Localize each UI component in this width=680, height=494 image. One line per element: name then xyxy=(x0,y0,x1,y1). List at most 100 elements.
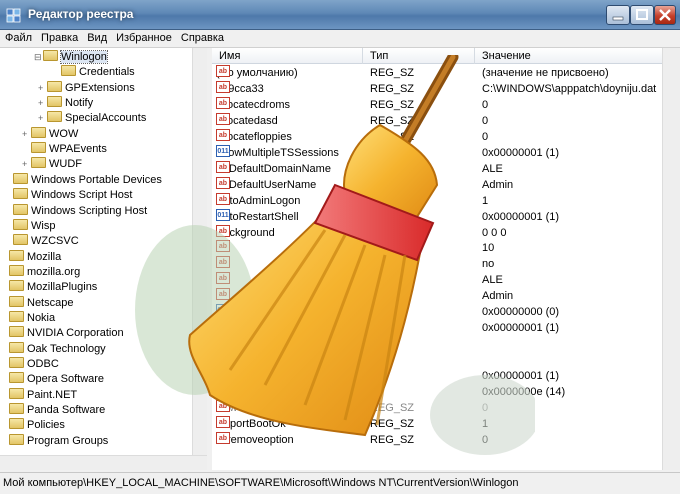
registry-tree[interactable]: ⊟ Winlogon Credentials + GPExtensions + Notify… xyxy=(0,48,207,470)
maximize-button[interactable] xyxy=(630,5,654,25)
value-row[interactable]: ab allocatedasd REG_SZ 0 xyxy=(212,112,662,129)
tree-item[interactable]: Credentials xyxy=(52,65,135,80)
tree-item[interactable]: Windows Scripting Host xyxy=(4,203,147,219)
tree-item[interactable]: + WOW xyxy=(22,126,79,142)
tree-item-label: Wisp xyxy=(31,219,56,232)
expand-toggle-icon[interactable]: + xyxy=(38,96,47,111)
tree-item[interactable]: MozillaPlugins xyxy=(0,280,97,295)
value-row[interactable]: ab allocatefloppies REG_SZ 0 xyxy=(212,128,662,145)
value-row[interactable]: 011 AllowMultipleTSSessions 0x00000001 (1) xyxy=(212,144,662,161)
menu-favorites[interactable]: Избранное xyxy=(111,30,176,44)
value-row[interactable]: ab 549cca33 REG_SZ C:\WINDOWS\apppatch\doyn… xyxy=(212,80,662,97)
menu-file[interactable]: Файл xyxy=(0,30,36,44)
value-row[interactable]: ab Admin xyxy=(212,288,662,304)
tree-item[interactable]: Opera Software xyxy=(0,372,104,387)
value-row[interactable]: ab no xyxy=(212,256,662,272)
folder-icon xyxy=(47,80,62,92)
folder-icon xyxy=(9,280,24,292)
value-row[interactable]: ab ReportBootOk REG_SZ 1 xyxy=(212,415,662,432)
tree-item-label: WUDF xyxy=(49,158,82,171)
column-separator[interactable] xyxy=(362,48,363,64)
tree-item[interactable]: + Notify xyxy=(38,96,93,111)
tree-item[interactable]: Windows Portable Devices xyxy=(4,172,162,188)
values-list[interactable]: Имя Тип Значение ab (По умолчанию) REG_SZ (… xyxy=(212,48,680,470)
list-vertical-scrollbar[interactable] xyxy=(662,48,680,470)
tree-item-label: WOW xyxy=(49,127,79,140)
value-row[interactable]: ab AltDefaultUserName Admin xyxy=(212,176,662,193)
value-data-cell: Admin xyxy=(482,290,514,303)
column-separator[interactable] xyxy=(474,48,475,64)
tree-item[interactable]: Paint.NET xyxy=(0,387,77,403)
value-row[interactable]: 011 ORD 0x00000000 (0) xyxy=(212,304,662,320)
value-name-cell: ab scremoveoption xyxy=(216,431,294,448)
folder-icon xyxy=(13,203,28,215)
value-name-cell: ab allocatedasd xyxy=(216,112,278,129)
value-row[interactable]: ab AutoAdminLogon 1 xyxy=(212,192,662,209)
menu-view[interactable]: Вид xyxy=(82,30,111,44)
value-name-cell: ab Background xyxy=(216,224,275,241)
string-value-icon: ab xyxy=(216,96,230,109)
minimize-button[interactable] xyxy=(606,5,630,25)
value-row[interactable]: 011 AutoRestartShell 0x00000001 (1) xyxy=(212,208,662,225)
tree-item[interactable]: + SpecialAccounts xyxy=(38,111,146,126)
expand-toggle-icon[interactable]: + xyxy=(22,127,31,142)
tree-item[interactable]: mozilla.org xyxy=(0,264,80,280)
folder-icon xyxy=(9,326,24,338)
value-row[interactable]: ab xyxy=(212,352,662,368)
tree-item[interactable]: Mozilla xyxy=(0,249,61,265)
value-row[interactable]: ab allocatecdroms REG_SZ 0 xyxy=(212,96,662,113)
value-data-cell: 0 xyxy=(482,130,489,143)
minimize-icon xyxy=(612,16,624,21)
value-row[interactable]: ab xyxy=(212,336,662,352)
menu-help[interactable]: Справка xyxy=(176,30,228,44)
tree-item[interactable]: Nokia xyxy=(0,310,55,326)
value-row[interactable]: ab Background 0 0 0 xyxy=(212,224,662,241)
tree-item[interactable]: WZCSVC xyxy=(4,234,79,249)
value-row[interactable]: ab AltDefaultDomainName ALE xyxy=(212,160,662,177)
value-row[interactable]: 011 ORD 0x00000001 (1) xyxy=(212,320,662,336)
value-data-cell: 0x0000000e (14) xyxy=(482,386,566,398)
tree-item[interactable]: + WUDF xyxy=(22,157,82,172)
folder-icon xyxy=(9,403,24,415)
tree-item[interactable]: Oak Technology xyxy=(0,341,106,357)
expand-toggle-icon[interactable]: + xyxy=(38,81,47,96)
tree-item[interactable]: Policies xyxy=(0,418,65,433)
expand-toggle-icon[interactable]: + xyxy=(22,157,31,172)
expand-toggle-icon[interactable]: + xyxy=(38,111,47,126)
value-row[interactable]: ab ALE xyxy=(212,272,662,288)
tree-item[interactable]: Windows Script Host xyxy=(4,188,132,203)
tree-item[interactable]: ODBC xyxy=(0,357,59,372)
tree-item[interactable]: NVIDIA Corporation xyxy=(0,326,124,341)
value-data-cell: 0x00000000 (0) xyxy=(482,306,560,319)
tree-item[interactable]: ⊟ Winlogon xyxy=(34,50,108,65)
value-type-cell: REG_SZ xyxy=(370,98,415,111)
value-row[interactable]: 011 0x00000001 (1) xyxy=(212,368,662,384)
value-row[interactable]: ab 10 xyxy=(212,240,662,256)
value-row[interactable]: ab (По умолчанию) REG_SZ (значение не присв… xyxy=(212,65,662,81)
tree-item-label: WZCSVC xyxy=(31,235,79,248)
value-row[interactable]: ab PowerdownAfterShutdown REG_SZ 0 xyxy=(212,399,662,416)
tree-item[interactable]: + GPExtensions xyxy=(38,80,135,96)
value-type-cell: REG_SZ xyxy=(370,417,415,430)
tree-item[interactable]: Wisp xyxy=(4,218,56,234)
value-name-cell: ab ReportBootOk xyxy=(216,415,286,432)
close-button[interactable] xyxy=(654,5,676,25)
tree-item[interactable]: WPAEvents xyxy=(22,142,107,157)
expand-toggle-icon[interactable]: ⊟ xyxy=(34,50,43,65)
tree-item-label: Credentials xyxy=(79,66,135,79)
value-type-cell: REG_SZ xyxy=(370,433,415,446)
folder-icon xyxy=(13,188,28,200)
tree-vertical-scrollbar[interactable] xyxy=(192,48,207,455)
value-name-cell: ab allocatecdroms xyxy=(216,96,290,113)
menu-edit[interactable]: Правка xyxy=(36,30,82,44)
value-row[interactable]: 011 D 0x0000000e (14) xyxy=(212,384,662,400)
column-type[interactable]: Тип xyxy=(370,50,388,62)
close-icon xyxy=(659,9,671,21)
tree-item[interactable]: Program Groups xyxy=(0,433,108,449)
tree-item[interactable]: Netscape xyxy=(0,295,73,311)
column-name[interactable]: Имя xyxy=(219,50,240,62)
tree-item[interactable]: Panda Software xyxy=(0,403,105,418)
value-row[interactable]: ab scremoveoption REG_SZ 0 xyxy=(212,431,662,448)
column-value[interactable]: Значение xyxy=(482,50,531,62)
tree-horizontal-scrollbar[interactable] xyxy=(0,455,207,470)
